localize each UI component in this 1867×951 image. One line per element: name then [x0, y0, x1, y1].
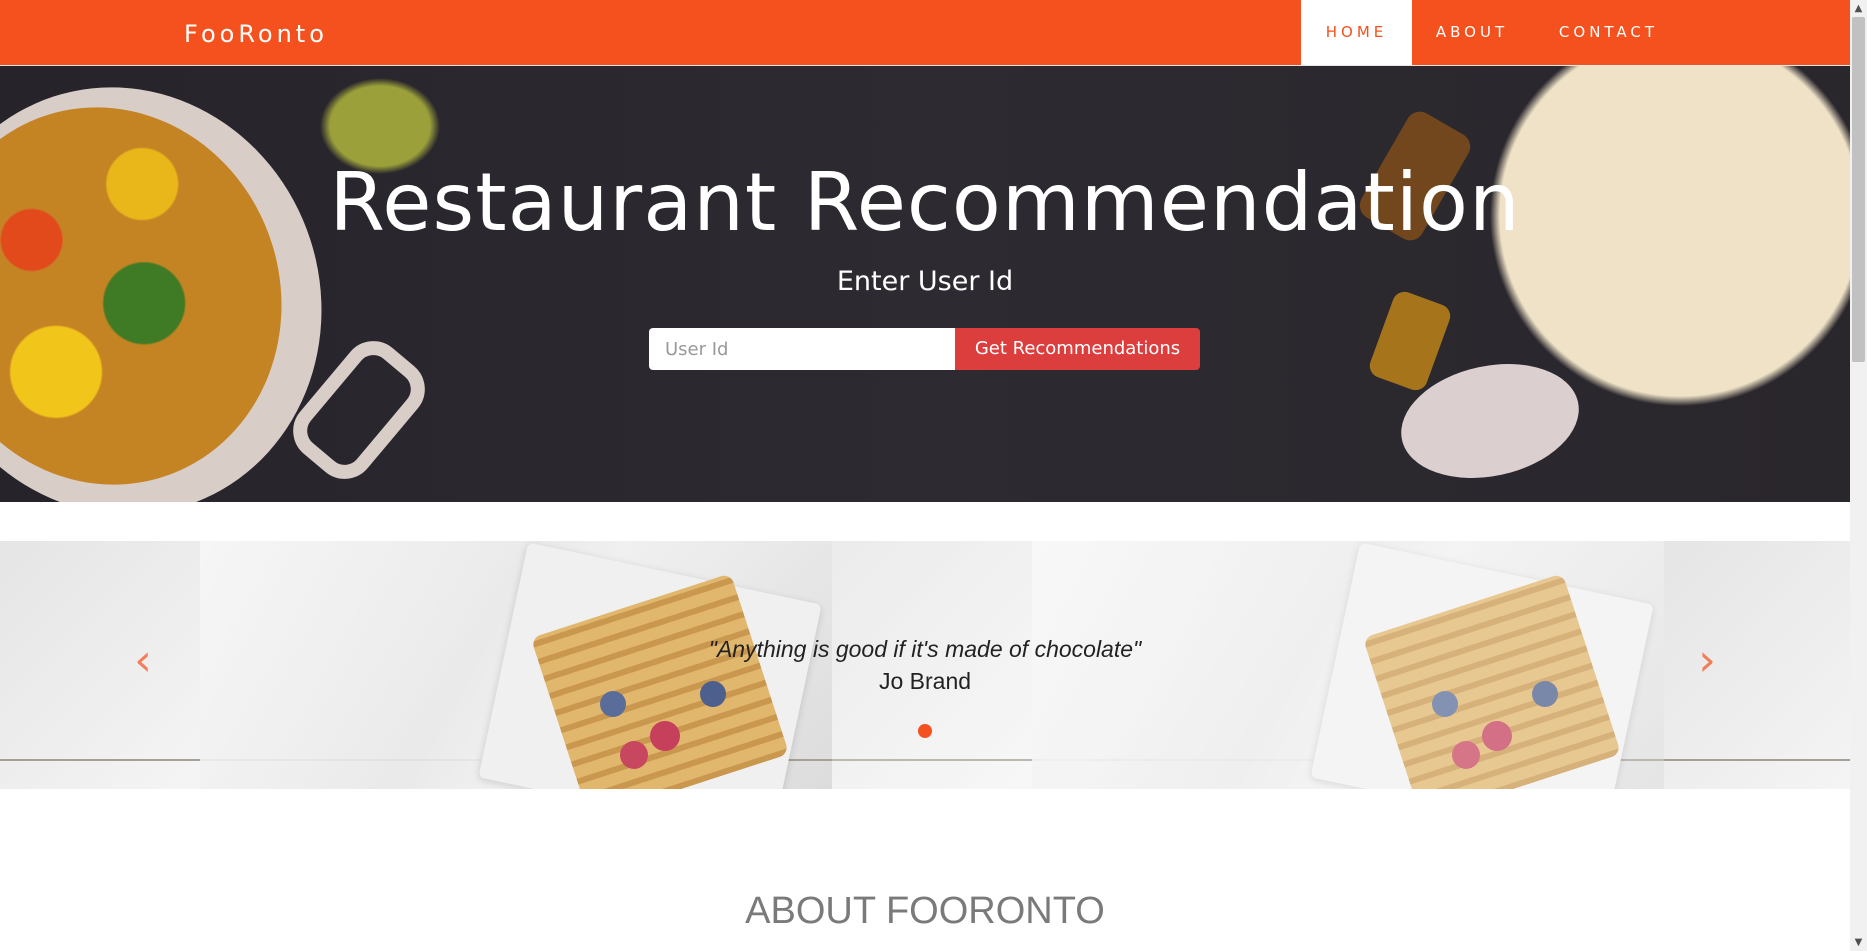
nav-item-about[interactable]: ABOUT — [1412, 0, 1532, 65]
scrollbar-thumb[interactable] — [1852, 17, 1865, 362]
page-scrollbar[interactable]: ▲ ▼ — [1850, 0, 1867, 951]
testimonial-author: Jo Brand — [878, 668, 972, 694]
testimonial-quote: "Anything is good if it's made of chocol… — [708, 636, 1142, 662]
navbar: FooRonto HOME ABOUT CONTACT — [0, 0, 1850, 66]
nav-item-contact[interactable]: CONTACT — [1532, 0, 1685, 65]
spice-bottle-image — [1366, 288, 1454, 394]
hero-title: Restaurant Recommendation — [329, 156, 1521, 249]
chevron-right-icon[interactable]: › — [1687, 639, 1727, 683]
user-id-input[interactable] — [649, 328, 955, 370]
hero-subtitle: Enter User Id — [836, 266, 1014, 297]
carousel-indicator-active[interactable] — [918, 724, 932, 738]
brand-logo[interactable]: FooRonto — [184, 20, 328, 48]
about-section-title: ABOUT FOORONTO — [745, 890, 1105, 932]
hero-banner: Restaurant Recommendation Enter User Id … — [0, 66, 1850, 502]
get-recommendations-button[interactable]: Get Recommendations — [955, 328, 1200, 370]
scroll-up-icon[interactable]: ▲ — [1850, 0, 1867, 17]
testimonial-carousel: "Anything is good if it's made of chocol… — [0, 541, 1850, 789]
nav-item-home[interactable]: HOME — [1301, 0, 1412, 65]
scroll-down-icon[interactable]: ▼ — [1850, 934, 1867, 951]
chevron-left-icon[interactable]: ‹ — [123, 639, 163, 683]
